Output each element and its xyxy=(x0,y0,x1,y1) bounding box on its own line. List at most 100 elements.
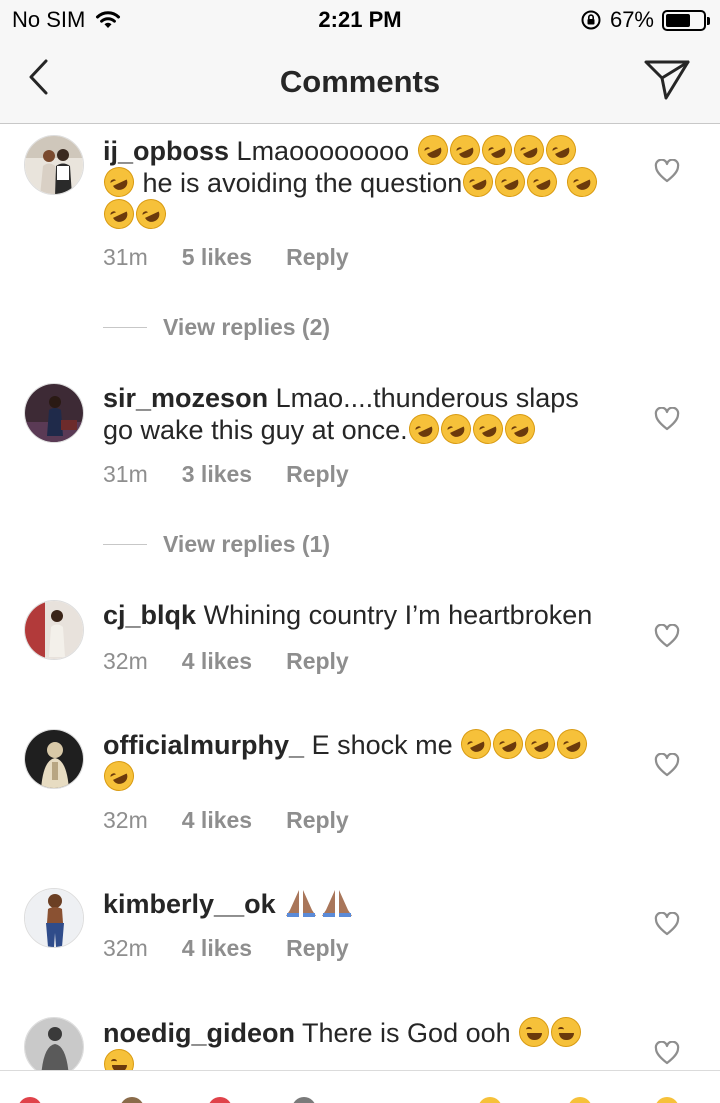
orientation-lock-icon xyxy=(581,10,601,30)
avatar[interactable] xyxy=(24,383,84,443)
comments-list: ij_opboss Lmaoooooooo he is avoiding the… xyxy=(0,125,720,1070)
comment-message: Whining country I’m heartbroken xyxy=(203,600,593,630)
comment-username[interactable]: cj_blqk xyxy=(103,600,196,630)
rofl-emoji-icon xyxy=(467,409,508,449)
rofl-emoji-icon xyxy=(99,756,139,796)
comment-meta: 32m 4 likes Reply xyxy=(103,648,349,675)
comment-message: E shock me xyxy=(311,730,453,760)
view-replies-label: View replies (2) xyxy=(163,314,331,340)
status-bar: No SIM 2:21 PM 67% xyxy=(0,0,720,40)
rofl-emoji-icon xyxy=(412,130,453,170)
heart-outline-icon[interactable] xyxy=(654,407,680,431)
avatar-image xyxy=(25,1018,83,1070)
tears-of-joy-emoji-icon xyxy=(551,1017,582,1047)
status-right: 67% xyxy=(580,7,710,33)
rofl-emoji-icon xyxy=(490,162,531,202)
share-button[interactable] xyxy=(642,56,692,102)
comment-time: 32m xyxy=(103,807,148,833)
view-replies-label: View replies (1) xyxy=(163,531,331,557)
avatar-image xyxy=(25,136,83,194)
reply-button[interactable]: Reply xyxy=(286,807,349,834)
comment-meta: 31m 5 likes Reply xyxy=(103,244,349,271)
avatar[interactable] xyxy=(24,135,84,195)
avatar[interactable] xyxy=(24,729,84,789)
avatar-image xyxy=(25,889,83,947)
rofl-emoji-icon xyxy=(99,194,139,234)
rofl-emoji-icon xyxy=(520,724,561,764)
battery-icon xyxy=(662,9,710,31)
reply-button[interactable]: Reply xyxy=(286,244,349,271)
comment-time: 32m xyxy=(103,935,148,961)
nav-bar: Comments xyxy=(0,40,720,124)
paper-plane-icon xyxy=(644,60,690,100)
rofl-emoji-icon xyxy=(522,162,563,202)
view-replies-button[interactable]: View replies (2) xyxy=(103,314,330,341)
comment-text: ij_opboss Lmaoooooooo he is avoiding the… xyxy=(99,130,613,234)
tears-of-joy-emoji-icon xyxy=(519,1017,550,1047)
avatar-image xyxy=(25,730,83,788)
divider-line xyxy=(103,327,147,328)
comment-likes[interactable]: 3 likes xyxy=(182,461,252,488)
comment-message: Lmaoooooooo xyxy=(236,136,410,166)
emoji-shortcut[interactable] xyxy=(208,1097,232,1103)
rofl-emoji-icon xyxy=(435,409,476,449)
folded-hands-emoji-icon xyxy=(322,890,353,917)
emoji-shortcut[interactable] xyxy=(18,1097,42,1103)
emoji-shortcut[interactable] xyxy=(568,1097,592,1103)
comment-text: sir_mozeson Lmao....thunderous slaps go … xyxy=(103,383,613,449)
emoji-shortcut[interactable] xyxy=(292,1097,316,1103)
rofl-emoji-icon xyxy=(552,724,593,764)
comment-message: There is God ooh xyxy=(302,1018,511,1048)
heart-outline-icon[interactable] xyxy=(654,624,680,648)
emoji-quick-bar xyxy=(0,1070,720,1103)
tears-of-joy-emoji-icon xyxy=(104,1049,134,1070)
comment-username[interactable]: sir_mozeson xyxy=(103,383,268,413)
comment-likes[interactable]: 4 likes xyxy=(182,648,252,675)
view-replies-button[interactable]: View replies (1) xyxy=(103,531,330,558)
comment-likes[interactable]: 5 likes xyxy=(182,244,252,271)
heart-outline-icon[interactable] xyxy=(654,1041,680,1065)
avatar-image xyxy=(25,601,83,659)
comment-meta: 31m 3 likes Reply xyxy=(103,461,349,488)
rofl-emoji-icon xyxy=(499,409,540,449)
comment-username[interactable]: ij_opboss xyxy=(103,136,229,166)
comment-username[interactable]: kimberly__ok xyxy=(103,889,276,919)
avatar[interactable] xyxy=(24,1017,84,1070)
comment-text: officialmurphy_ E shock me xyxy=(99,724,613,796)
comment-text: noedig_gideon There is God ooh xyxy=(103,1017,613,1070)
rofl-emoji-icon xyxy=(403,409,444,449)
avatar-image xyxy=(25,384,83,442)
comment-time: 31m xyxy=(103,244,148,270)
heart-outline-icon[interactable] xyxy=(654,159,680,183)
rofl-emoji-icon xyxy=(561,162,602,202)
comment-time: 32m xyxy=(103,648,148,674)
rofl-emoji-icon xyxy=(540,130,581,170)
comment-message-continued: he is avoiding the question xyxy=(142,168,463,198)
comment-meta: 32m 4 likes Reply xyxy=(103,807,349,834)
rofl-emoji-icon xyxy=(456,724,497,764)
rofl-emoji-icon xyxy=(444,130,485,170)
avatar[interactable] xyxy=(24,600,84,660)
comment-username[interactable]: noedig_gideon xyxy=(103,1018,295,1048)
avatar[interactable] xyxy=(24,888,84,948)
comment-likes[interactable]: 4 likes xyxy=(182,807,252,834)
rofl-emoji-icon xyxy=(99,162,139,202)
emoji-shortcut[interactable] xyxy=(120,1097,144,1103)
comment-username[interactable]: officialmurphy_ xyxy=(103,730,304,760)
emoji-shortcut[interactable] xyxy=(655,1097,679,1103)
reply-button[interactable]: Reply xyxy=(286,935,349,962)
heart-outline-icon[interactable] xyxy=(654,912,680,936)
rofl-emoji-icon xyxy=(131,194,171,234)
rofl-emoji-icon xyxy=(458,162,499,202)
divider-line xyxy=(103,544,147,545)
reply-button[interactable]: Reply xyxy=(286,648,349,675)
heart-outline-icon[interactable] xyxy=(654,753,680,777)
rofl-emoji-icon xyxy=(488,724,529,764)
comment-text: cj_blqk Whining country I’m heartbroken xyxy=(103,600,613,631)
comment-likes[interactable]: 4 likes xyxy=(182,935,252,962)
rofl-emoji-icon xyxy=(508,130,549,170)
reply-button[interactable]: Reply xyxy=(286,461,349,488)
comment-text: kimberly__ok xyxy=(103,888,613,920)
battery-percent: 67% xyxy=(609,7,654,32)
emoji-shortcut[interactable] xyxy=(478,1097,502,1103)
